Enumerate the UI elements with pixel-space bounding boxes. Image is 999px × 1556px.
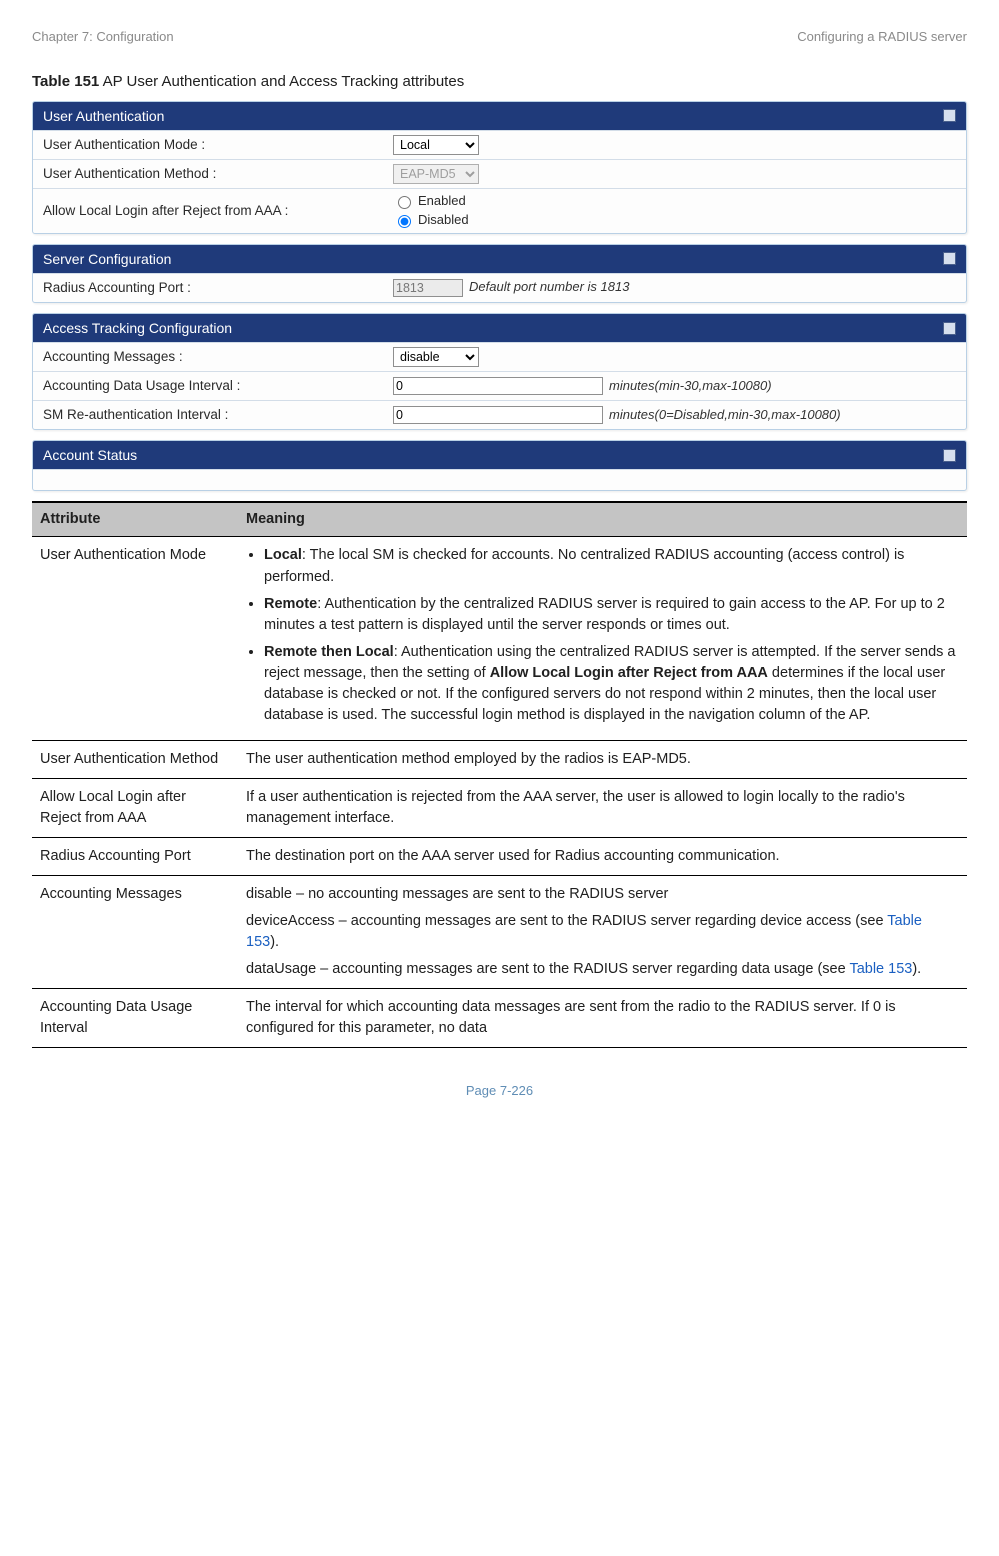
user-auth-method-select: EAP-MD5 [393,164,479,184]
attr-meaning: The destination port on the AAA server u… [238,837,967,875]
field-label: Accounting Data Usage Interval : [43,376,393,396]
field-label: Accounting Messages : [43,347,393,367]
table-row: User Authentication Method The user auth… [32,740,967,778]
panel-title: User Authentication [43,106,164,126]
panel-user-authentication: User Authentication User Authentication … [32,101,967,234]
field-label: SM Re-authentication Interval : [43,405,393,425]
table-caption: Table 151 AP User Authentication and Acc… [32,71,967,93]
allow-enabled-radio[interactable]: Enabled [393,192,469,211]
data-usage-interval-input[interactable] [393,377,603,395]
attr-meaning: The interval for which accounting data m… [238,988,967,1047]
panel-header[interactable]: Account Status [33,441,966,469]
screenshot-figure: User Authentication User Authentication … [32,101,967,492]
field-label: Radius Accounting Port : [43,278,393,298]
field-hint: minutes(min-30,max-10080) [609,377,772,396]
field-hint: minutes(0=Disabled,min-30,max-10080) [609,406,841,425]
attr-meaning: Local: The local SM is checked for accou… [238,537,967,740]
col-attribute: Attribute [32,502,238,537]
table-row: User Authentication Mode Local: The loca… [32,537,967,740]
page-footer: Page 7-226 [32,1082,967,1101]
panel-header[interactable]: Access Tracking Configuration [33,314,966,342]
table-153-link[interactable]: Table 153 [849,961,912,977]
collapse-icon[interactable] [943,252,956,265]
table-number: Table 151 [32,73,99,90]
attribute-table: Attribute Meaning User Authentication Mo… [32,501,967,1047]
allow-disabled-radio[interactable]: Disabled [393,211,469,230]
attr-name: User Authentication Mode [32,537,238,740]
attr-name: Radius Accounting Port [32,837,238,875]
panel-server-configuration: Server Configuration Radius Accounting P… [32,244,967,303]
panel-title: Server Configuration [43,249,171,269]
panel-title: Account Status [43,445,137,465]
field-label: User Authentication Method : [43,164,393,184]
field-hint: Default port number is 1813 [469,278,629,297]
collapse-icon[interactable] [943,322,956,335]
user-auth-mode-select[interactable]: Local [393,135,479,155]
table-row: Allow Local Login after Reject from AAA … [32,778,967,837]
collapse-icon[interactable] [943,109,956,122]
radius-port-input [393,279,463,297]
table-row: Accounting Data Usage Interval The inter… [32,988,967,1047]
attr-name: User Authentication Method [32,740,238,778]
attr-name: Accounting Messages [32,875,238,988]
attr-meaning: If a user authentication is rejected fro… [238,778,967,837]
collapse-icon[interactable] [943,449,956,462]
col-meaning: Meaning [238,502,967,537]
reauth-interval-input[interactable] [393,406,603,424]
field-label: Allow Local Login after Reject from AAA … [43,201,393,221]
panel-account-status: Account Status [32,440,967,491]
panel-access-tracking: Access Tracking Configuration Accounting… [32,313,967,430]
panel-header[interactable]: Server Configuration [33,245,966,273]
accounting-messages-select[interactable]: disable [393,347,479,367]
field-label: User Authentication Mode : [43,135,393,155]
attr-meaning: The user authentication method employed … [238,740,967,778]
attr-name: Allow Local Login after Reject from AAA [32,778,238,837]
panel-header[interactable]: User Authentication [33,102,966,130]
chapter-label: Chapter 7: Configuration [32,28,174,47]
table-row: Accounting Messages disable – no account… [32,875,967,988]
attr-meaning: disable – no accounting messages are sen… [238,875,967,988]
page-header: Chapter 7: Configuration Configuring a R… [32,28,967,47]
table-row: Radius Accounting Port The destination p… [32,837,967,875]
attr-name: Accounting Data Usage Interval [32,988,238,1047]
table-title: AP User Authentication and Access Tracki… [99,73,464,90]
section-label: Configuring a RADIUS server [797,28,967,47]
panel-title: Access Tracking Configuration [43,318,232,338]
